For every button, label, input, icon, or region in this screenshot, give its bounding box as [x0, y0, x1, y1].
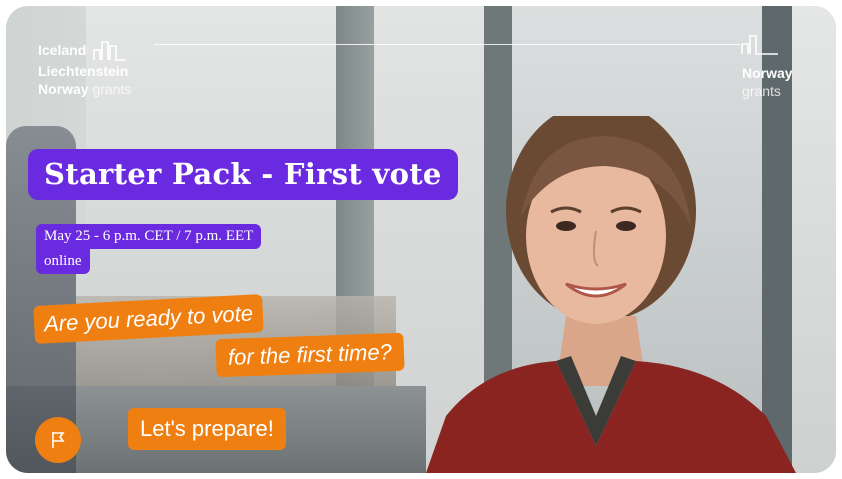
- logo-right-line-1: Norway: [742, 65, 793, 81]
- flag-button[interactable]: [35, 417, 81, 463]
- lets-prepare-button[interactable]: Let's prepare!: [128, 408, 286, 450]
- logo-line-2: Liechtenstein: [38, 63, 129, 79]
- logo-line-3-light: grants: [92, 81, 132, 97]
- building-logo-icon: [93, 41, 127, 61]
- logo-line-1: Iceland: [38, 42, 87, 58]
- logo-right-line-2: grants: [742, 83, 781, 99]
- flag-icon: [52, 432, 65, 448]
- building-logo-icon: [741, 35, 778, 55]
- logo-line-3-bold: Norway: [38, 81, 89, 97]
- event-title: Starter Pack - First vote: [28, 149, 458, 200]
- iceland-liechtenstein-norway-grants-logo: Iceland Liechtenstein Norway grants: [38, 38, 198, 98]
- event-date-time: May 25 - 6 p.m. CET / 7 p.m. EET: [36, 224, 262, 249]
- event-location: online: [36, 249, 90, 274]
- smiling-woman-photo: [426, 116, 806, 473]
- question-line-2: for the first time?: [215, 332, 405, 378]
- norway-grants-logo: Norway grants: [741, 35, 822, 100]
- header-divider-line: [154, 44, 740, 45]
- event-banner: Iceland Liechtenstein Norway grants Norw…: [6, 6, 836, 473]
